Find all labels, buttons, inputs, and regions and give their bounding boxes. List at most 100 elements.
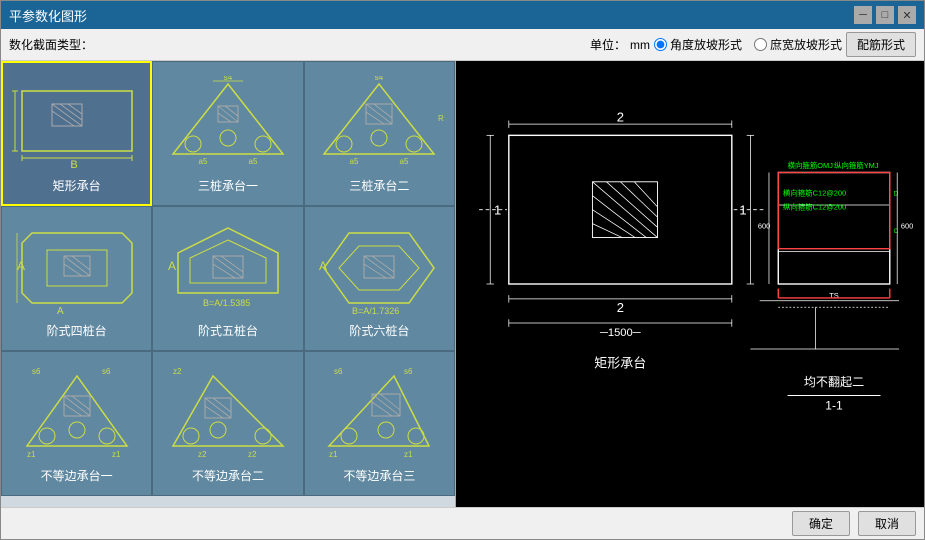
shape-label-3: 阶式四桩台 <box>47 322 107 339</box>
shape-label-1: 三桩承台一 <box>198 177 258 194</box>
shape-svg-7: z2 z2 z2 <box>163 366 293 461</box>
shape-svg-6: s6 s6 z1 z1 <box>12 366 142 461</box>
minimize-button[interactable]: ─ <box>854 6 872 24</box>
svg-text:a5: a5 <box>249 157 258 166</box>
peijin-button[interactable]: 配筋形式 <box>846 32 916 57</box>
svg-text:z2: z2 <box>248 450 257 459</box>
shape-canvas-3: A A <box>12 218 142 318</box>
right-panel: 2 2 ─1500─ 1 1 <box>456 61 924 507</box>
shape-svg-3: A A <box>12 218 142 318</box>
cad-svg: 2 2 ─1500─ 1 1 <box>456 61 924 507</box>
title-bar: 平参数化图形 ─ □ ✕ <box>1 1 924 29</box>
shape-canvas-2: s4 a5 a5 R <box>314 73 444 173</box>
svg-text:R: R <box>438 114 444 123</box>
svg-text:z2: z2 <box>173 367 182 376</box>
main-content: B 矩形承台 <box>1 61 924 507</box>
svg-text:z1: z1 <box>329 450 338 459</box>
svg-text:C: C <box>893 228 898 235</box>
cad-view: 2 2 ─1500─ 1 1 <box>456 61 924 507</box>
unit-section: 单位： mm 角度放坡形式 庶宽放坡形式 配筋形式 <box>590 32 916 57</box>
shape-svg-2: s4 a5 a5 R <box>314 76 444 171</box>
bottom-bar: 确定 取消 <box>1 507 924 539</box>
svg-text:A: A <box>168 259 176 273</box>
shape-canvas-5: A B=A/1.7326 <box>314 218 444 318</box>
unit-value: mm <box>630 38 650 52</box>
section-type-label: 数化截面类型： <box>9 36 93 53</box>
radio-angle-input[interactable] <box>654 38 667 51</box>
shape-item-2[interactable]: s4 a5 a5 R 三桩承台二 <box>304 61 455 206</box>
window-title: 平参数化图形 <box>9 6 87 25</box>
svg-text:2: 2 <box>617 300 624 315</box>
svg-text:横向箍筋OMJ: 横向箍筋OMJ <box>788 160 834 170</box>
shape-label-6: 不等边承台一 <box>41 467 113 484</box>
svg-text:B: B <box>70 159 77 171</box>
svg-text:a5: a5 <box>199 157 208 166</box>
radio-width-label: 庶宽放坡形式 <box>770 36 842 53</box>
svg-text:s4: s4 <box>224 76 233 82</box>
svg-text:A: A <box>57 306 64 317</box>
svg-text:D: D <box>893 191 898 198</box>
svg-text:600: 600 <box>901 221 913 230</box>
shape-label-2: 三桩承台二 <box>349 177 409 194</box>
close-button[interactable]: ✕ <box>898 6 916 24</box>
shape-label-5: 阶式六桩台 <box>349 322 409 339</box>
shape-svg-8: s6 s6 z1 z1 <box>314 366 444 461</box>
radio-angle[interactable]: 角度放坡形式 <box>654 36 742 53</box>
svg-text:s6: s6 <box>32 367 41 376</box>
svg-text:a5: a5 <box>350 157 359 166</box>
svg-text:B=A/1.7326: B=A/1.7326 <box>352 306 399 316</box>
shape-canvas-4: A B=A/1.5385 <box>163 218 293 318</box>
shape-canvas-1: s4 a5 a5 <box>163 73 293 173</box>
svg-text:B=A/1.5385: B=A/1.5385 <box>203 298 250 308</box>
svg-text:均不翻起二: 均不翻起二 <box>804 375 864 389</box>
svg-text:z2: z2 <box>198 450 207 459</box>
shape-svg-0: B <box>12 76 142 171</box>
svg-text:A: A <box>319 259 327 273</box>
maximize-button[interactable]: □ <box>876 6 894 24</box>
svg-text:矩形承台: 矩形承台 <box>594 356 646 371</box>
shape-svg-1: s4 a5 a5 <box>163 76 293 171</box>
shape-svg-4: A B=A/1.5385 <box>163 218 293 318</box>
shape-item-0[interactable]: B 矩形承台 <box>1 61 152 206</box>
toolbar: 数化截面类型： 单位： mm 角度放坡形式 庶宽放坡形式 配筋形式 <box>1 29 924 61</box>
svg-text:a5: a5 <box>400 157 409 166</box>
shape-item-1[interactable]: s4 a5 a5 三桩承台一 <box>152 61 303 206</box>
shape-item-3[interactable]: A A 阶式四桩台 <box>1 206 152 351</box>
shape-canvas-7: z2 z2 z2 <box>163 363 293 463</box>
svg-text:纵向箍筋C12@200: 纵向箍筋C12@200 <box>783 202 846 212</box>
radio-width[interactable]: 庶宽放坡形式 <box>754 36 842 53</box>
shape-label-7: 不等边承台二 <box>192 467 264 484</box>
shape-item-4[interactable]: A B=A/1.5385 阶式五桩台 <box>152 206 303 351</box>
svg-text:z1: z1 <box>404 450 413 459</box>
svg-text:1-1: 1-1 <box>825 398 843 412</box>
shape-grid: B 矩形承台 <box>1 61 455 496</box>
left-panel: B 矩形承台 <box>1 61 456 507</box>
main-window: 平参数化图形 ─ □ ✕ 数化截面类型： 单位： mm 角度放坡形式 庶宽放坡形… <box>0 0 925 540</box>
shape-canvas-6: s6 s6 z1 z1 <box>12 363 142 463</box>
shape-label-8: 不等边承台三 <box>343 467 415 484</box>
svg-text:s4: s4 <box>375 76 384 82</box>
svg-text:s6: s6 <box>334 367 343 376</box>
shape-item-6[interactable]: s6 s6 z1 z1 不等边承台一 <box>1 351 152 496</box>
svg-text:s6: s6 <box>102 367 111 376</box>
unit-label: 单位： <box>590 36 626 53</box>
radio-width-input[interactable] <box>754 38 767 51</box>
svg-text:A: A <box>17 259 25 273</box>
svg-text:z1: z1 <box>27 450 36 459</box>
svg-text:─1500─: ─1500─ <box>599 327 641 339</box>
radio-group: 角度放坡形式 庶宽放坡形式 <box>654 36 842 53</box>
svg-text:2: 2 <box>617 109 624 124</box>
shape-canvas-0: B <box>12 73 142 173</box>
shape-item-8[interactable]: s6 s6 z1 z1 不等边承台三 <box>304 351 455 496</box>
window-controls: ─ □ ✕ <box>854 6 916 24</box>
ok-button[interactable]: 确定 <box>792 511 850 536</box>
shape-label-0: 矩形承台 <box>53 177 101 194</box>
svg-text:z1: z1 <box>112 450 121 459</box>
shape-canvas-8: s6 s6 z1 z1 <box>314 363 444 463</box>
shape-svg-5: A B=A/1.7326 <box>314 218 444 318</box>
cancel-button[interactable]: 取消 <box>858 511 916 536</box>
shape-item-7[interactable]: z2 z2 z2 不等边承台二 <box>152 351 303 496</box>
shape-item-5[interactable]: A B=A/1.7326 阶式六桩台 <box>304 206 455 351</box>
svg-text:横向箍筋C12@200: 横向箍筋C12@200 <box>783 188 846 198</box>
shape-label-4: 阶式五桩台 <box>198 322 258 339</box>
